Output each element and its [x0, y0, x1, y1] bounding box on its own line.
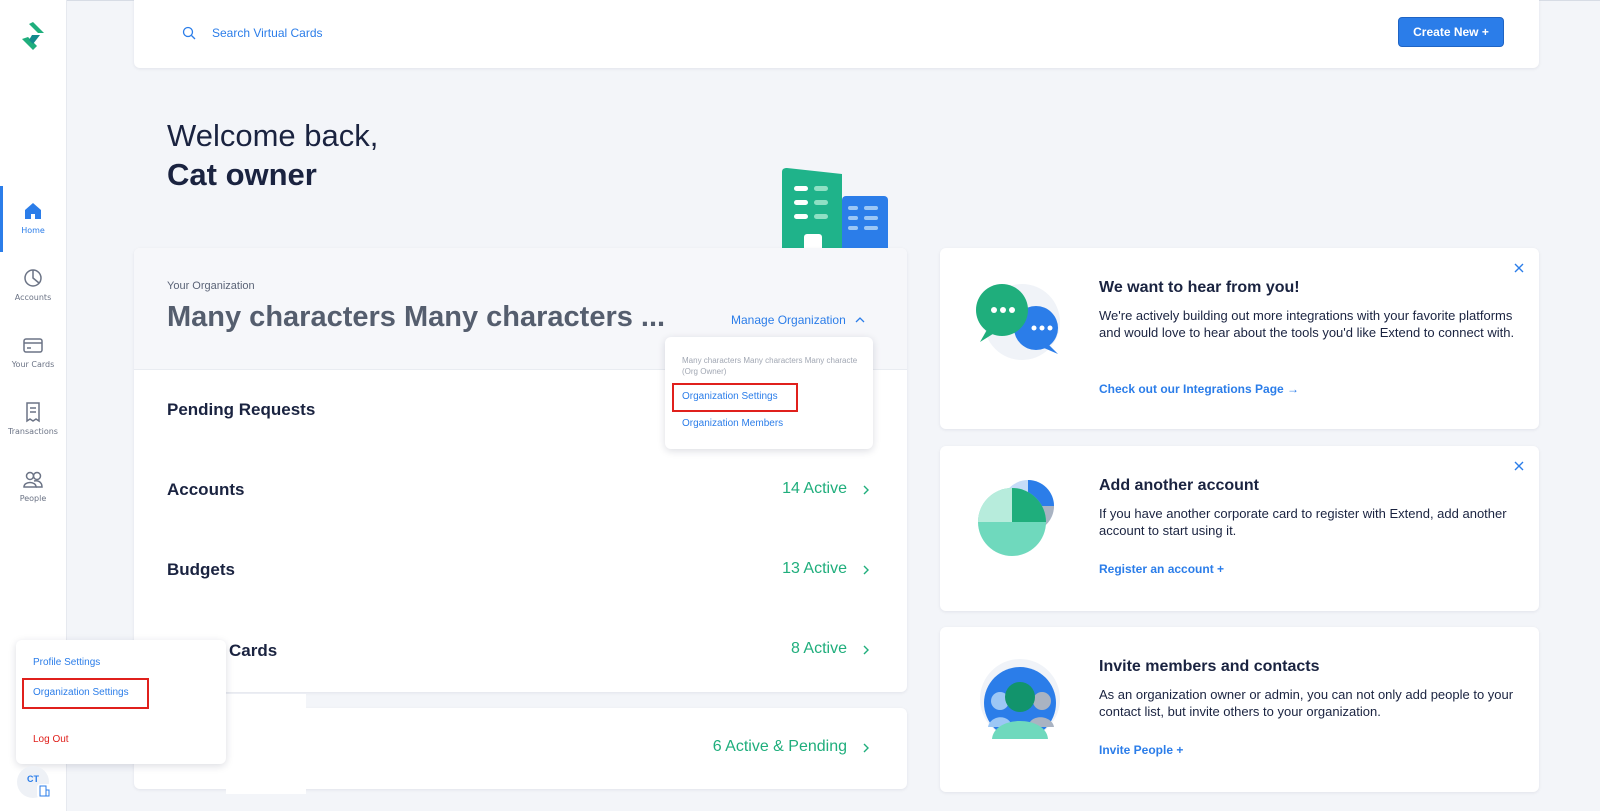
chevron-right-icon[interactable] — [861, 564, 871, 576]
sidebar-item-accounts[interactable]: Accounts — [0, 253, 66, 319]
home-icon — [25, 203, 41, 219]
integrations-page-link[interactable]: Check out our Integrations Page → — [1099, 382, 1299, 396]
create-new-button[interactable]: Create New + — [1398, 17, 1504, 47]
cards-active-count[interactable]: 8 Active — [791, 640, 847, 658]
integrations-feedback-card: We want to hear from you! We're actively… — [940, 248, 1539, 429]
organization-card: Your Organization Many characters Many c… — [134, 248, 907, 692]
welcome-greeting: Welcome back, — [167, 118, 379, 153]
chevron-right-icon[interactable] — [861, 484, 871, 496]
welcome-user-name: Cat owner — [167, 157, 317, 192]
chevron-right-icon[interactable] — [861, 742, 871, 754]
card-title: Invite members and contacts — [1099, 658, 1320, 675]
receipt-icon — [26, 402, 40, 423]
cards-active-pending-count[interactable]: 6 Active & Pending — [713, 738, 847, 756]
search-icon — [182, 26, 196, 40]
register-account-link[interactable]: Register an account + — [1099, 562, 1224, 576]
card-icon — [23, 338, 43, 353]
close-icon[interactable] — [1513, 460, 1525, 472]
sidebar-item-label: Transactions — [8, 427, 58, 436]
dropdown-organization-members[interactable]: Organization Members — [682, 418, 783, 429]
dropdown-organization-meta: Many characters Many characters Many cha… — [682, 356, 858, 376]
sidebar-item-home[interactable]: Home — [0, 186, 66, 252]
card-description: If you have another corporate card to re… — [1099, 506, 1507, 538]
highlight-box — [22, 678, 149, 709]
extend-logo-icon[interactable] — [20, 20, 46, 52]
accounts-active-count[interactable]: 14 Active — [782, 480, 847, 498]
search-bar: Create New + — [134, 0, 1539, 68]
row-pending-requests[interactable]: Pending Requests — [167, 400, 315, 420]
card-title: We want to hear from you! — [1099, 279, 1300, 296]
popup-backdrop — [226, 694, 306, 794]
add-account-card: Add another account If you have another … — [940, 446, 1539, 611]
pie-chart-icon — [24, 269, 42, 287]
people-illustration-icon — [980, 659, 1060, 739]
sidebar-item-label: Home — [21, 226, 45, 235]
invite-members-card: Invite members and contacts As an organi… — [940, 627, 1539, 792]
chevron-up-icon — [855, 317, 865, 323]
log-out-item[interactable]: Log Out — [33, 734, 69, 745]
sidebar-item-label: Your Cards — [11, 360, 55, 369]
row-accounts[interactable]: Accounts — [167, 480, 244, 500]
manage-organization-label: Manage Organization — [731, 313, 846, 327]
chevron-right-icon[interactable] — [861, 644, 871, 656]
card-title: Add another account — [1099, 477, 1260, 494]
invite-people-link[interactable]: Invite People + — [1099, 743, 1183, 757]
card-description: We're actively building out more integra… — [1099, 308, 1515, 340]
search-input[interactable] — [212, 22, 612, 44]
sidebar-item-people[interactable]: People — [0, 454, 66, 520]
sidebar-item-label: People — [19, 494, 47, 503]
row-budgets[interactable]: Budgets — [167, 560, 235, 580]
people-icon — [23, 471, 43, 488]
organization-name: Many characters Many characters ... — [167, 301, 666, 333]
pie-chart-illustration-icon — [978, 480, 1054, 556]
organization-label: Your Organization — [167, 280, 255, 292]
highlight-box — [672, 383, 798, 412]
building-badge-icon — [37, 784, 51, 798]
sidebar-item-transactions[interactable]: Transactions — [0, 387, 66, 453]
budgets-active-count[interactable]: 13 Active — [782, 560, 847, 578]
close-icon[interactable] — [1513, 262, 1525, 274]
sidebar-item-your-cards[interactable]: Your Cards — [0, 320, 66, 386]
manage-organization-button[interactable]: Manage Organization — [731, 313, 865, 327]
buildings-illustration-icon — [782, 168, 888, 248]
sidebar-item-label: Accounts — [14, 293, 52, 302]
card-description: As an organization owner or admin, you c… — [1099, 687, 1514, 719]
profile-settings-item[interactable]: Profile Settings — [33, 657, 100, 668]
chat-bubbles-illustration-icon — [976, 284, 1060, 360]
row-cards[interactable]: Cards — [229, 641, 277, 661]
